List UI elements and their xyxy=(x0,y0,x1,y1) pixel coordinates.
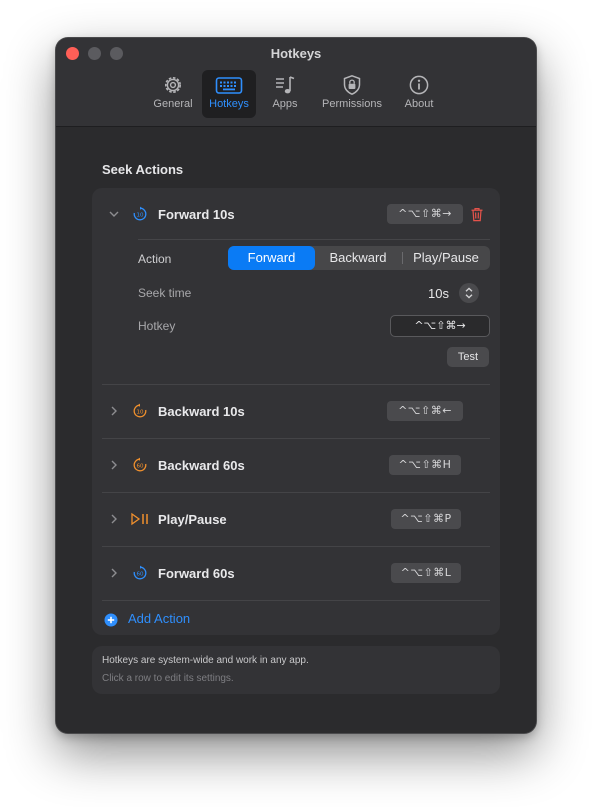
play-pause-icon xyxy=(131,512,148,526)
chevron-right-icon[interactable] xyxy=(109,567,119,579)
svg-text:10: 10 xyxy=(137,213,144,219)
action-name: Backward 60s xyxy=(158,458,245,473)
window-title: Hotkeys xyxy=(270,46,322,61)
svg-text:10: 10 xyxy=(137,410,144,416)
chevron-down-icon[interactable] xyxy=(108,209,120,219)
seek-forward-60-icon: 60 xyxy=(133,565,147,580)
title-bar: Hotkeys General Hotkeys Apps Permissions… xyxy=(56,38,536,127)
action-name: Forward 60s xyxy=(158,566,235,581)
plus-circle-icon xyxy=(104,613,118,627)
seek-time-value: 10s xyxy=(428,286,449,301)
row-divider xyxy=(102,600,490,601)
action-label: Action xyxy=(138,252,172,266)
action-name: Forward 10s xyxy=(158,207,235,222)
divider xyxy=(138,239,490,240)
tab-general-label: General xyxy=(153,98,193,110)
tab-hotkeys[interactable]: Hotkeys xyxy=(202,70,256,118)
tab-general[interactable]: General xyxy=(148,70,198,118)
seek-time-stepper[interactable] xyxy=(459,283,479,303)
gear-icon xyxy=(165,77,181,93)
chevron-right-icon[interactable] xyxy=(109,513,119,525)
hotkey-recorder-field[interactable]: ^⌥⇧⌘→ xyxy=(390,315,490,337)
tab-apps[interactable]: Apps xyxy=(264,70,306,118)
chevron-right-icon[interactable] xyxy=(109,405,119,417)
add-action-label: Add Action xyxy=(128,611,191,626)
shortcut-badge: ^⌥⇧⌘← xyxy=(387,401,463,421)
segment-forward[interactable]: Forward xyxy=(228,246,315,270)
info-box: Hotkeys are system-wide and work in any … xyxy=(92,646,500,694)
info-icon xyxy=(409,75,429,95)
action-row-backward-60s[interactable]: 60 Backward 60s ^⌥⇧⌘H xyxy=(92,439,500,492)
lock-shield-icon xyxy=(343,75,361,96)
shortcut-badge: ^⌥⇧⌘→ xyxy=(387,204,463,224)
tab-about-label: About xyxy=(404,98,434,110)
action-name: Play/Pause xyxy=(158,512,227,527)
seek-time-label: Seek time xyxy=(138,286,192,300)
segment-backward[interactable]: Backward xyxy=(315,246,401,270)
section-title: Seek Actions xyxy=(102,162,184,177)
tab-hotkeys-label: Hotkeys xyxy=(209,98,249,110)
info-hint: Click a row to edit its settings. xyxy=(102,673,234,684)
keyboard-icon xyxy=(215,77,243,94)
tab-about[interactable]: About xyxy=(398,70,440,118)
seek-backward-10-icon: 10 xyxy=(133,403,147,418)
actions-list: 10 Forward 10s ^⌥⇧⌘→ Action Forward Back… xyxy=(92,188,500,635)
chevron-right-icon[interactable] xyxy=(109,459,119,471)
music-note-list-icon xyxy=(276,76,295,94)
segment-play-pause[interactable]: Play/Pause xyxy=(402,246,490,270)
hotkey-label: Hotkey xyxy=(138,319,176,333)
hotkeys-pane: Seek Actions 10 Forward 10s ^⌥⇧⌘→ Action… xyxy=(56,127,536,733)
action-row-forward-60s[interactable]: 60 Forward 60s ^⌥⇧⌘L xyxy=(92,547,500,600)
action-segmented-control[interactable]: Forward Backward Play/Pause xyxy=(228,246,490,270)
svg-text:60: 60 xyxy=(137,572,144,578)
test-button[interactable]: Test xyxy=(447,347,489,367)
svg-text:60: 60 xyxy=(137,464,144,470)
action-row-backward-10s[interactable]: 10 Backward 10s ^⌥⇧⌘← xyxy=(92,385,500,438)
app-window: Hotkeys General Hotkeys Apps Permissions… xyxy=(56,38,536,733)
trash-icon[interactable] xyxy=(470,207,484,222)
tab-apps-label: Apps xyxy=(272,98,298,110)
shortcut-badge: ^⌥⇧⌘P xyxy=(391,509,461,529)
tab-permissions-label: Permissions xyxy=(322,98,382,110)
shortcut-badge: ^⌥⇧⌘H xyxy=(389,455,461,475)
seek-forward-10-icon: 10 xyxy=(133,206,147,221)
shortcut-badge: ^⌥⇧⌘L xyxy=(391,563,461,583)
seek-backward-60-icon: 60 xyxy=(133,457,147,472)
action-row-play-pause[interactable]: Play/Pause ^⌥⇧⌘P xyxy=(92,493,500,546)
info-text: Hotkeys are system-wide and work in any … xyxy=(102,655,309,666)
action-name: Backward 10s xyxy=(158,404,245,419)
tab-permissions[interactable]: Permissions xyxy=(316,70,388,118)
action-row-forward-10s[interactable]: 10 Forward 10s ^⌥⇧⌘→ xyxy=(92,188,500,240)
